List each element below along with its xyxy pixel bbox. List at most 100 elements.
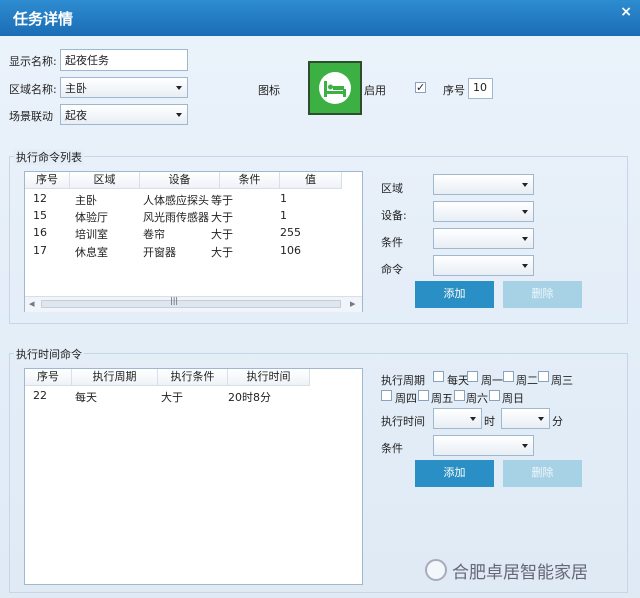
- enable-checkbox[interactable]: ✓: [415, 82, 426, 93]
- chevron-down-icon: [176, 85, 182, 90]
- cmd-condition-label: 条件: [381, 236, 403, 249]
- chevron-down-icon: [470, 416, 476, 421]
- col-exec-time[interactable]: 执行时间: [228, 369, 310, 385]
- day-checkbox-thu[interactable]: [381, 390, 392, 401]
- cell-device: 风光雨传感器: [143, 211, 209, 224]
- scrollbar-thumb[interactable]: [41, 300, 341, 308]
- seq-input[interactable]: 10: [468, 78, 493, 99]
- scroll-right-icon[interactable]: ▸: [350, 297, 356, 310]
- hour-unit-label: 时: [484, 415, 495, 428]
- cell-condition: 大于: [211, 246, 233, 259]
- cmd-delete-button[interactable]: 删除: [503, 281, 582, 308]
- day-label: 每天: [447, 374, 469, 387]
- cell-device: 卷帘: [143, 228, 165, 241]
- cell-period: 每天: [75, 391, 97, 404]
- cell-area: 体验厅: [75, 211, 108, 224]
- chevron-down-icon: [176, 112, 182, 117]
- time-delete-button[interactable]: 删除: [503, 460, 582, 487]
- cell-condition: 大于: [211, 228, 233, 241]
- area-name-label: 区域名称:: [9, 83, 57, 96]
- day-label: 周三: [551, 374, 573, 387]
- cell-area: 主卧: [75, 194, 97, 207]
- cell-value: 1: [280, 192, 287, 205]
- time-list[interactable]: 序号 执行周期 执行条件 执行时间 22 每天 大于 20时8分: [24, 368, 363, 585]
- scroll-left-icon[interactable]: ◂: [29, 297, 35, 310]
- display-name-label: 显示名称:: [9, 55, 57, 68]
- command-list-header: 序号 区域 设备 条件 值: [25, 172, 342, 189]
- cell-seq: 22: [33, 389, 47, 402]
- col-period[interactable]: 执行周期: [72, 369, 158, 385]
- day-label: 周二: [516, 374, 538, 387]
- cell-seq: 15: [33, 209, 47, 222]
- cmd-add-button[interactable]: 添加: [415, 281, 494, 308]
- cell-area: 休息室: [75, 246, 108, 259]
- col-area[interactable]: 区域: [70, 172, 140, 188]
- day-checkbox-tue[interactable]: [503, 371, 514, 382]
- cell-value: 255: [280, 226, 301, 239]
- cell-exec-time: 20时8分: [228, 391, 271, 404]
- hour-select[interactable]: [433, 408, 482, 429]
- cmd-device-select[interactable]: [433, 201, 534, 222]
- day-label: 周一: [481, 374, 503, 387]
- cell-value: 1: [280, 209, 287, 222]
- table-row[interactable]: 17 休息室 开窗器 大于 106: [25, 244, 342, 262]
- cmd-command-select[interactable]: [433, 255, 534, 276]
- col-exec-condition[interactable]: 执行条件: [158, 369, 228, 385]
- table-row[interactable]: 12 主卧 人体感应探头 等于 1: [25, 192, 342, 210]
- bed-icon[interactable]: [308, 61, 362, 115]
- day-checkbox-sun[interactable]: [489, 390, 500, 401]
- day-label: 周六: [466, 392, 488, 405]
- time-section-title: 执行时间命令: [14, 346, 84, 362]
- day-checkbox-mon[interactable]: [467, 371, 478, 382]
- time-list-header: 序号 执行周期 执行条件 执行时间: [25, 369, 310, 386]
- cmd-device-label: 设备:: [381, 209, 407, 222]
- day-checkbox-sat[interactable]: [454, 390, 465, 401]
- wechat-icon: [425, 559, 447, 581]
- time-condition-select[interactable]: [433, 435, 534, 456]
- area-name-select[interactable]: 主卧: [60, 77, 188, 98]
- enable-label: 启用: [364, 84, 386, 97]
- table-row[interactable]: 22 每天 大于 20时8分: [25, 389, 310, 407]
- cell-area: 培训室: [75, 228, 108, 241]
- col-device[interactable]: 设备: [140, 172, 220, 188]
- day-checkbox-wed[interactable]: [538, 371, 549, 382]
- grip-icon: |||: [170, 296, 179, 305]
- icon-label: 图标: [258, 84, 280, 97]
- table-row[interactable]: 16 培训室 卷帘 大于 255: [25, 226, 342, 244]
- time-add-button[interactable]: 添加: [415, 460, 494, 487]
- cell-condition: 等于: [211, 194, 233, 207]
- day-checkbox-everyday[interactable]: [433, 371, 444, 382]
- time-condition-label: 条件: [381, 442, 403, 455]
- scene-link-label: 场景联动: [9, 110, 53, 123]
- col-seq[interactable]: 序号: [25, 172, 70, 188]
- scene-link-select[interactable]: 起夜: [60, 104, 188, 125]
- cell-seq: 17: [33, 244, 47, 257]
- chevron-down-icon: [522, 263, 528, 268]
- display-name-input[interactable]: 起夜任务: [60, 49, 188, 71]
- title-bar: [0, 0, 640, 36]
- command-section-title: 执行命令列表: [14, 149, 84, 165]
- minute-select[interactable]: [501, 408, 550, 429]
- cell-seq: 12: [33, 192, 47, 205]
- cmd-area-label: 区域: [381, 182, 403, 195]
- col-condition[interactable]: 条件: [220, 172, 280, 188]
- area-name-value: 主卧: [65, 82, 87, 95]
- cell-device: 人体感应探头: [143, 194, 209, 207]
- command-list[interactable]: 序号 区域 设备 条件 值 12 主卧 人体感应探头 等于 1 15 体验厅 风…: [24, 171, 363, 312]
- cmd-command-label: 命令: [381, 263, 403, 276]
- col-value[interactable]: 值: [280, 172, 342, 188]
- window-title: 任务详情: [13, 10, 74, 28]
- day-checkbox-fri[interactable]: [418, 390, 429, 401]
- horizontal-scrollbar[interactable]: ◂ ||| ▸: [25, 296, 362, 312]
- chevron-down-icon: [522, 209, 528, 214]
- day-label: 周日: [502, 392, 524, 405]
- col-seq[interactable]: 序号: [25, 369, 72, 385]
- chevron-down-icon: [522, 182, 528, 187]
- table-row[interactable]: 15 体验厅 风光雨传感器 大于 1: [25, 209, 342, 227]
- minute-unit-label: 分: [552, 415, 563, 428]
- chevron-down-icon: [522, 236, 528, 241]
- close-icon[interactable]: ×: [620, 4, 632, 20]
- cmd-condition-select[interactable]: [433, 228, 534, 249]
- seq-label: 序号: [443, 84, 465, 97]
- cmd-area-select[interactable]: [433, 174, 534, 195]
